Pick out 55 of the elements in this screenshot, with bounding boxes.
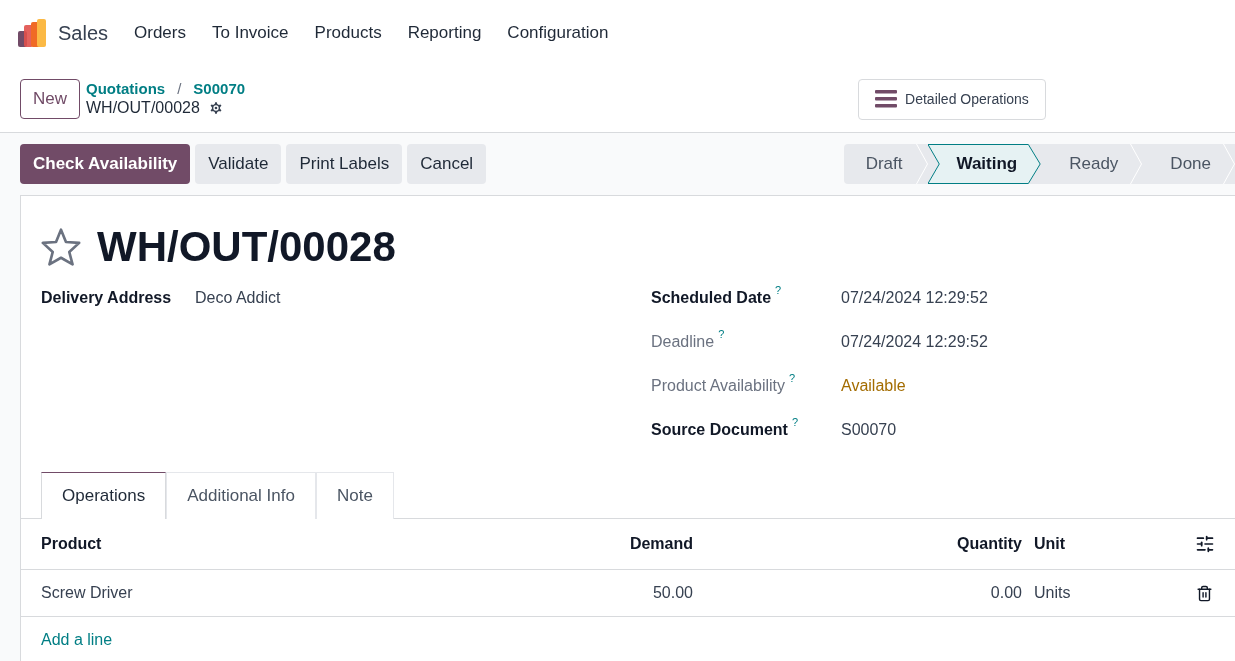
field-value[interactable]: 07/24/2024 12:29:52 <box>841 330 988 354</box>
status-stage[interactable]: Draft <box>843 144 929 184</box>
form-tab[interactable]: Note <box>315 472 394 519</box>
menu-item[interactable]: Orders <box>134 20 186 46</box>
delete-icon[interactable] <box>1196 584 1213 602</box>
field-value[interactable]: 07/24/2024 12:29:52 <box>841 286 988 310</box>
help-tooltip[interactable]: ? <box>789 370 796 387</box>
column-header[interactable]: Quantity <box>693 532 1022 556</box>
app-logo-icon[interactable] <box>18 19 46 47</box>
breadcrumb-link[interactable]: S00070 <box>193 79 246 99</box>
menu-item[interactable]: To Invoice <box>212 20 289 46</box>
column-header[interactable]: Unit <box>1034 532 1134 556</box>
action-button[interactable]: Cancel <box>407 144 487 184</box>
menu-icon <box>875 90 898 108</box>
field-label: Scheduled Date <box>651 288 772 308</box>
field-label: Product Availability <box>651 376 785 396</box>
optional-columns-icon[interactable] <box>1195 534 1215 554</box>
action-button[interactable]: Print Labels <box>286 144 403 184</box>
menu-item[interactable]: Configuration <box>507 20 609 46</box>
help-tooltip[interactable]: ? <box>718 326 725 343</box>
field-value[interactable]: S00070 <box>841 418 897 442</box>
breadcrumb-separator: / <box>177 79 182 99</box>
help-tooltip[interactable]: ? <box>775 282 782 299</box>
breadcrumb-link[interactable]: Quotations <box>86 79 166 99</box>
new-button[interactable]: New <box>20 79 80 119</box>
field-value[interactable]: Deco Addict <box>195 286 281 310</box>
field-label: Deadline <box>651 332 715 352</box>
field-label: Source Document <box>651 420 788 440</box>
record-title: WH/OUT/00028 <box>97 226 396 268</box>
chevron-separator-icon <box>1130 144 1143 184</box>
app-name[interactable]: Sales <box>58 18 109 48</box>
action-button[interactable]: Check Availability <box>20 144 191 184</box>
action-button[interactable]: Validate <box>195 144 282 184</box>
menu-item[interactable]: Reporting <box>407 20 482 46</box>
settings-icon[interactable] <box>207 100 224 117</box>
column-header[interactable]: Demand <box>441 532 693 556</box>
form-tab[interactable]: Additional Info <box>166 472 316 519</box>
detailed-operations-button[interactable]: Detailed Operations <box>858 78 1046 120</box>
chevron-separator-icon <box>916 144 929 184</box>
star-icon[interactable] <box>41 228 81 266</box>
status-stage[interactable]: Waiting <box>928 144 1042 184</box>
menu-item[interactable]: Products <box>314 20 382 46</box>
table-cell[interactable]: 50.00 <box>441 581 693 605</box>
form-tab[interactable]: Operations <box>41 472 167 519</box>
field-value[interactable]: Available <box>841 374 906 398</box>
column-header[interactable]: Product <box>41 532 441 556</box>
table-cell[interactable]: 0.00 <box>693 581 1022 605</box>
status-stage[interactable]: Done <box>1142 144 1235 184</box>
field-label: Delivery Address <box>41 288 172 308</box>
add-line-link[interactable]: Add a line <box>41 627 113 652</box>
table-cell[interactable]: Screw Driver <box>41 581 441 605</box>
table-cell[interactable]: Units <box>1034 581 1134 605</box>
status-stage[interactable]: Ready <box>1041 144 1143 184</box>
help-tooltip[interactable]: ? <box>791 414 799 431</box>
record-name: WH/OUT/00028 <box>86 98 200 119</box>
